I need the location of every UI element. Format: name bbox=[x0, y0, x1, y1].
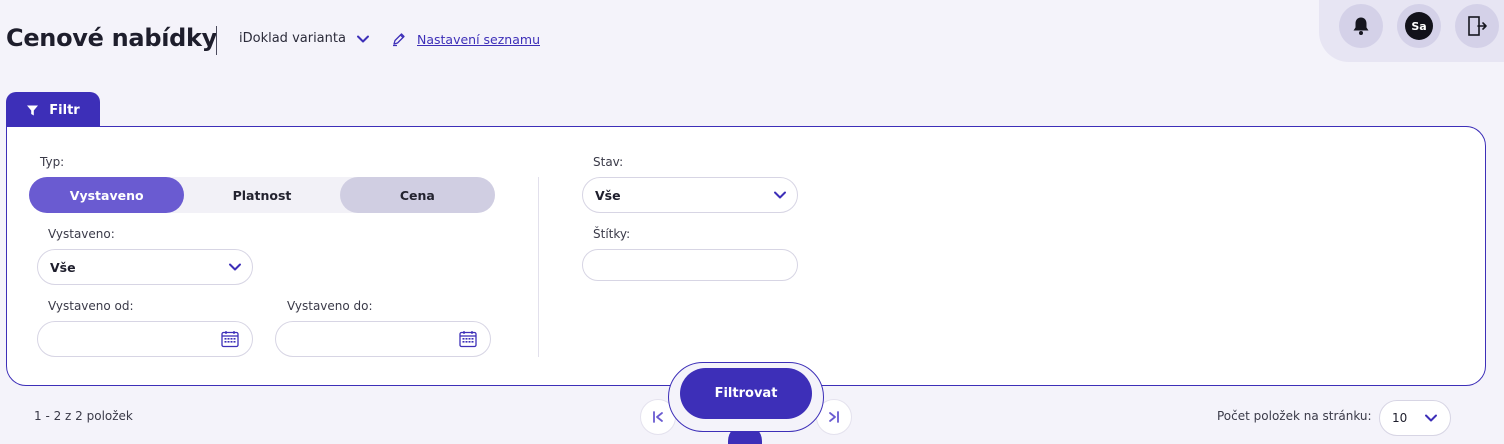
tags-input[interactable] bbox=[582, 249, 798, 281]
chevron-down-icon bbox=[229, 263, 241, 271]
filter-tab-label: Filtr bbox=[49, 102, 80, 118]
avatar: Sa bbox=[1405, 12, 1433, 40]
state-select-value: Vše bbox=[595, 187, 621, 203]
calendar-icon[interactable] bbox=[220, 329, 240, 349]
per-page-value: 10 bbox=[1392, 411, 1408, 425]
title-divider bbox=[216, 26, 217, 55]
chevron-down-icon bbox=[774, 191, 786, 199]
filter-submit-button[interactable]: Filtrovat bbox=[680, 368, 812, 419]
tags-label: Štítky: bbox=[593, 227, 631, 241]
issued-from-date-input[interactable] bbox=[37, 321, 253, 357]
type-segmented-control: Vystaveno Platnost Cena bbox=[29, 177, 495, 213]
calendar-icon[interactable] bbox=[458, 329, 478, 349]
state-label: Stav: bbox=[593, 155, 624, 169]
logout-icon bbox=[1468, 16, 1487, 36]
notifications-button[interactable] bbox=[1339, 4, 1383, 48]
issued-from-label: Vystaveno od: bbox=[48, 299, 134, 313]
first-page-icon bbox=[653, 411, 663, 423]
page-title: Cenové nabídky bbox=[6, 24, 218, 52]
list-settings-label: Nastavení seznamu bbox=[417, 31, 540, 47]
issued-label: Vystaveno: bbox=[48, 227, 115, 241]
issued-select[interactable]: Vše bbox=[37, 249, 253, 285]
issued-to-label: Vystaveno do: bbox=[287, 299, 373, 313]
per-page-select[interactable]: 10 bbox=[1379, 400, 1451, 436]
last-page-icon bbox=[829, 411, 839, 423]
logout-button[interactable] bbox=[1455, 4, 1499, 48]
issued-select-value: Vše bbox=[50, 259, 76, 275]
type-option-validity[interactable]: Platnost bbox=[184, 177, 339, 213]
user-avatar-button[interactable]: Sa bbox=[1397, 4, 1441, 48]
variant-dropdown[interactable]: iDoklad varianta bbox=[239, 31, 370, 46]
per-page-label: Počet položek na stránku: bbox=[1217, 409, 1372, 423]
funnel-icon bbox=[27, 105, 39, 115]
issued-to-date-input[interactable] bbox=[275, 321, 491, 357]
variant-label: iDoklad varianta bbox=[239, 31, 346, 46]
bell-icon bbox=[1353, 17, 1369, 35]
column-divider bbox=[538, 177, 539, 357]
list-settings-link[interactable]: Nastavení seznamu bbox=[391, 31, 540, 47]
items-count: 1 - 2 z 2 položek bbox=[34, 409, 133, 423]
top-right-toolbar: Sa bbox=[1319, 0, 1504, 62]
type-option-issued[interactable]: Vystaveno bbox=[29, 177, 185, 213]
pencil-icon bbox=[393, 33, 405, 47]
chevron-down-icon bbox=[356, 35, 369, 42]
state-select[interactable]: Vše bbox=[582, 177, 798, 213]
filter-tab[interactable]: Filtr bbox=[6, 92, 100, 128]
type-label: Typ: bbox=[40, 155, 65, 169]
type-option-price[interactable]: Cena bbox=[339, 177, 495, 213]
chevron-down-icon bbox=[1425, 414, 1437, 422]
filter-panel: Typ: Vystaveno Platnost Cena Vystaveno: … bbox=[6, 126, 1486, 386]
